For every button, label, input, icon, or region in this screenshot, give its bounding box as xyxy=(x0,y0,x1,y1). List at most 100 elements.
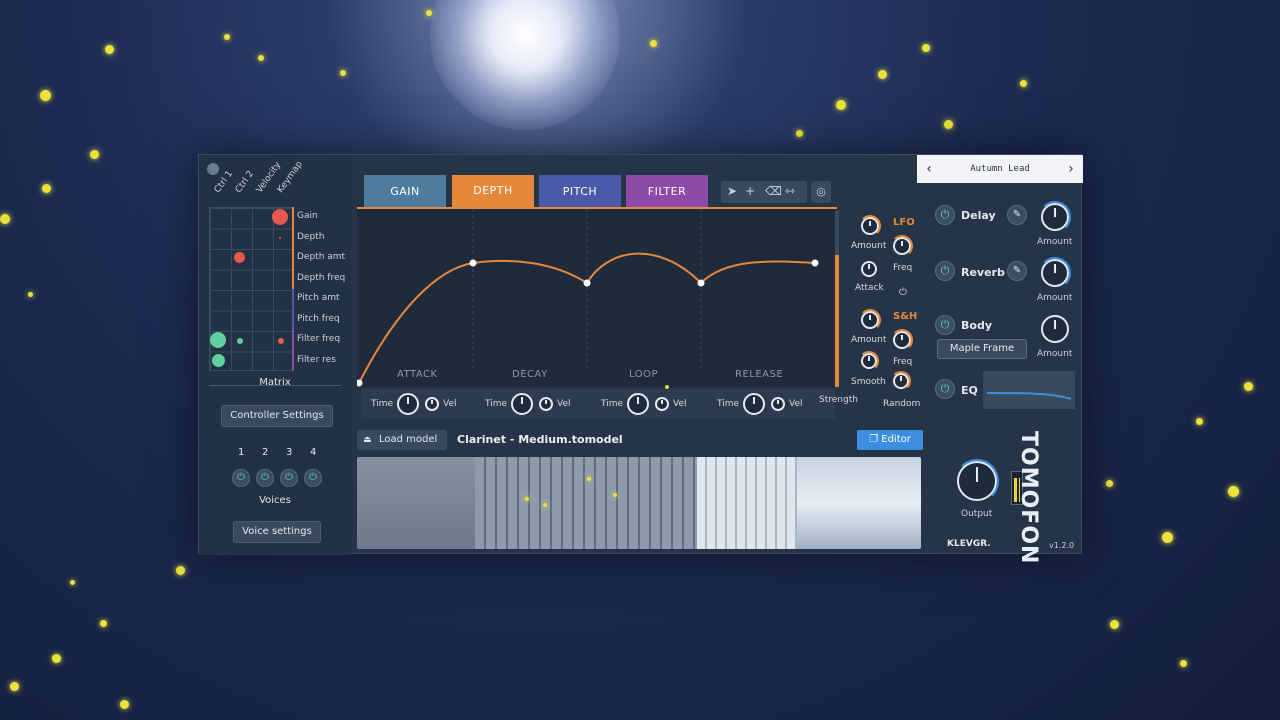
voice-number-3: 3 xyxy=(286,447,293,458)
attack-vel-label: Vel xyxy=(443,399,457,409)
tab-depth[interactable]: DEPTH xyxy=(452,175,534,207)
version-label: v1.2.0 xyxy=(1049,541,1075,550)
model-visualizer[interactable] xyxy=(357,457,921,549)
strength-label: Strength xyxy=(819,395,858,405)
matrix-node[interactable] xyxy=(272,209,288,225)
voice-4-power-icon[interactable]: ⏻ xyxy=(304,469,322,487)
loop-vel-label: Vel xyxy=(673,399,687,409)
voice-3-power-icon[interactable]: ⏻ xyxy=(280,469,298,487)
envelope-curve[interactable] xyxy=(357,209,837,389)
matrix-row-filter-res: Filter res xyxy=(297,355,336,365)
voice-settings-button[interactable]: Voice settings xyxy=(233,521,321,543)
reverb-amount-knob[interactable] xyxy=(1039,257,1071,289)
matrix-node[interactable] xyxy=(212,354,225,367)
decay-vel-label: Vel xyxy=(557,399,571,409)
matrix-row-pitch-freq: Pitch freq xyxy=(297,314,340,324)
lfo-amount-knob[interactable] xyxy=(859,215,881,237)
light-glow xyxy=(430,0,620,130)
model-file-name: Clarinet - Medium.tomodel xyxy=(457,433,623,446)
delay-amount-knob[interactable] xyxy=(1039,201,1071,233)
sh-amount-knob[interactable] xyxy=(859,309,881,331)
matrix-node[interactable] xyxy=(279,237,281,239)
delay-amount-label: Amount xyxy=(1037,237,1073,247)
envelope-editor[interactable]: ATTACK DECAY LOOP RELEASE xyxy=(357,207,837,389)
envelope-toolbar: ➤ + ⌫ ⇿ xyxy=(721,181,807,203)
stage-release: RELEASE xyxy=(735,369,784,380)
strength-slider-fill xyxy=(835,255,839,387)
delay-edit-icon[interactable]: ✎ xyxy=(1007,205,1027,225)
output-knob[interactable] xyxy=(955,459,999,503)
matrix-node[interactable] xyxy=(210,332,226,348)
matrix-row-depth: Depth xyxy=(297,232,325,242)
matrix-row-depth-freq: Depth freq xyxy=(297,273,346,283)
matrix-pitch-bar xyxy=(292,289,294,330)
sh-smooth-knob[interactable] xyxy=(859,351,879,371)
attack-time-knob[interactable] xyxy=(397,393,419,415)
eq-curve xyxy=(986,392,1072,400)
cursor-tool-icon[interactable]: ➤ xyxy=(727,184,737,198)
matrix-title: Matrix xyxy=(259,377,291,388)
plugin-window: Ctrl 1 Ctrl 2 Velocity Keymap Gain Depth… xyxy=(198,154,1083,564)
voice-1-power-icon[interactable]: ⏻ xyxy=(232,469,250,487)
reverb-edit-icon[interactable]: ✎ xyxy=(1007,261,1027,281)
lfo-freq-label: Freq xyxy=(893,263,913,273)
preset-selector[interactable]: ‹ Autumn Lead › xyxy=(917,155,1083,183)
window-icon: ❐ xyxy=(869,434,882,445)
delay-power-icon[interactable]: ⏻ xyxy=(935,205,955,225)
matrix-row-filter-freq: Filter freq xyxy=(297,334,341,344)
decay-time-knob[interactable] xyxy=(511,393,533,415)
load-model-button[interactable]: ⏏ Load model xyxy=(357,430,447,450)
tab-filter[interactable]: FILTER xyxy=(626,175,708,207)
voice-2-power-icon[interactable]: ⏻ xyxy=(256,469,274,487)
matrix-row-depth-amt: Depth amt xyxy=(297,252,346,262)
release-vel-knob[interactable] xyxy=(771,397,785,411)
sh-smooth-label: Smooth xyxy=(851,377,886,387)
stage-loop: LOOP xyxy=(629,369,658,380)
snap-icon[interactable]: ◎ xyxy=(811,181,831,203)
body-amount-knob[interactable] xyxy=(1041,315,1069,343)
voice-number-4: 4 xyxy=(310,447,317,458)
attack-vel-knob[interactable] xyxy=(425,397,439,411)
reverb-power-icon[interactable]: ⏻ xyxy=(935,261,955,281)
sh-random-knob[interactable] xyxy=(891,371,911,391)
editor-label: Editor xyxy=(881,434,911,445)
eq-power-icon[interactable]: ⏻ xyxy=(935,379,955,399)
loop-time-knob[interactable] xyxy=(627,393,649,415)
tomofon-logo: TOMOFON xyxy=(1016,431,1041,565)
klevgr-logo: KLEVGR. xyxy=(947,539,991,549)
eq-curve-view[interactable] xyxy=(983,371,1075,409)
matrix-node[interactable] xyxy=(237,338,243,344)
editor-button[interactable]: ❐ Editor xyxy=(857,430,923,450)
matrix-node[interactable] xyxy=(278,338,284,344)
tab-gain[interactable]: GAIN xyxy=(364,175,446,207)
load-model-label: Load model xyxy=(379,434,438,445)
tab-pitch[interactable]: PITCH xyxy=(539,175,621,207)
matrix-row-gain: Gain xyxy=(297,211,318,221)
release-time-knob[interactable] xyxy=(743,393,765,415)
sh-freq-knob[interactable] xyxy=(891,329,913,351)
envelope-knob-row: Time Vel Time Vel Time Vel Time Vel xyxy=(361,389,835,419)
preset-name: Autumn Lead xyxy=(970,164,1030,174)
lfo-sync-icon[interactable]: ⏻ xyxy=(899,287,907,298)
output-label: Output xyxy=(961,509,993,519)
delete-point-icon[interactable]: ⌫ xyxy=(765,184,782,198)
preset-prev-icon[interactable]: ‹ xyxy=(925,155,933,183)
release-time-label: Time xyxy=(717,399,740,409)
matrix-panel: Ctrl 1 Ctrl 2 Velocity Keymap Gain Depth… xyxy=(199,155,351,555)
matrix-node[interactable] xyxy=(234,252,245,263)
voice-number-1: 1 xyxy=(238,447,245,458)
body-power-icon[interactable]: ⏻ xyxy=(935,315,955,335)
split-icon[interactable]: ⇿ xyxy=(785,184,795,198)
reverb-amount-label: Amount xyxy=(1037,293,1073,303)
release-vel-label: Vel xyxy=(789,399,803,409)
add-point-icon[interactable]: + xyxy=(745,184,755,198)
preset-next-icon[interactable]: › xyxy=(1067,155,1075,183)
decay-vel-knob[interactable] xyxy=(539,397,553,411)
lfo-attack-knob[interactable] xyxy=(861,261,877,277)
voices-label: Voices xyxy=(259,495,291,506)
loop-vel-knob[interactable] xyxy=(655,397,669,411)
body-preset-button[interactable]: Maple Frame xyxy=(937,339,1027,359)
lfo-freq-knob[interactable] xyxy=(891,235,913,257)
controller-settings-button[interactable]: Controller Settings xyxy=(221,405,333,427)
sh-title: S&H xyxy=(893,311,918,322)
